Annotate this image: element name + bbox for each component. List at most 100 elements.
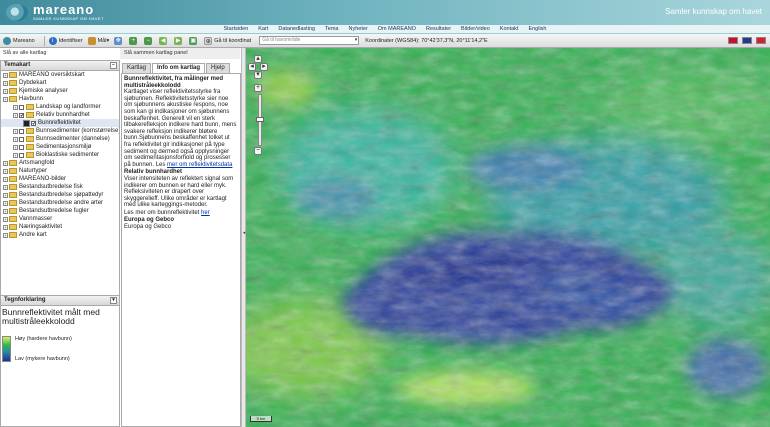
legend-header: Tegnforklaring ▾ (1, 296, 119, 306)
nav-item-tema[interactable]: Tema (325, 26, 338, 32)
nav-item-kontakt[interactable]: Kontakt (500, 26, 519, 32)
nav-item-om-mareano[interactable]: Om MAREANO (378, 26, 416, 32)
layer-tree-item[interactable]: + Bestandsutbredelse andre arter (1, 199, 119, 207)
map-view[interactable] (246, 48, 770, 427)
layer-tree-item[interactable]: + Bunnsedimenter (kornstørrelse) (1, 127, 119, 135)
expand-icon[interactable]: + (3, 80, 8, 86)
layer-checkbox[interactable] (19, 152, 24, 158)
layer-checkbox[interactable]: ✔ (19, 112, 24, 118)
full-extent-button[interactable]: ▣ (189, 36, 199, 45)
layer-tree-item[interactable]: + Næringsaktivitet (1, 223, 119, 231)
folder-icon (9, 160, 17, 166)
expand-icon[interactable]: + (3, 96, 8, 102)
expand-icon[interactable]: + (3, 88, 8, 94)
layer-tree-item[interactable]: + Dybdekart (1, 79, 119, 87)
identify-button[interactable]: i Identifiser (48, 36, 83, 45)
expand-icon[interactable]: + (3, 176, 8, 182)
expand-icon[interactable]: + (3, 224, 8, 230)
nav-item-english[interactable]: English (528, 26, 546, 32)
nav-item-bilder-video[interactable]: Bilder/video (461, 26, 490, 32)
layer-tree-item[interactable]: + MAREANO-bilder (1, 175, 119, 183)
layer-tree-item[interactable]: + Havbunn (1, 95, 119, 103)
expand-icon[interactable]: + (13, 152, 18, 158)
expand-icon[interactable]: + (13, 144, 18, 150)
expand-icon[interactable]: + (3, 192, 8, 198)
layer-tree-item[interactable]: + Bioklastiske sedimenter (1, 151, 119, 159)
sea-area-select[interactable]: Gå til havområde (259, 36, 360, 45)
zoom-in-button[interactable]: + (129, 36, 139, 45)
nav-item-resultater[interactable]: Resultater (426, 26, 451, 32)
layer-checkbox[interactable] (19, 136, 24, 142)
layer-tree-item[interactable]: + Vannmasser (1, 215, 119, 223)
layer-tree-item[interactable]: ✔ Bunnreflektivitet (1, 119, 119, 127)
pan-north-button[interactable]: ▴ (254, 55, 262, 63)
legend-color-ramp (2, 336, 11, 362)
layer-checkbox[interactable]: ✔ (31, 120, 36, 126)
back-button[interactable]: ◀ (159, 36, 169, 45)
zoom-out-button[interactable]: − (254, 147, 262, 155)
expand-icon[interactable]: + (3, 232, 8, 238)
mareano-home-button[interactable]: Mareano (3, 36, 35, 45)
layer-tree-label: Bestandsutbredelse sjøpattedyr (19, 192, 104, 198)
expand-icon[interactable]: + (13, 112, 18, 118)
pan-south-button[interactable]: ▾ (254, 71, 262, 79)
layer-tree-item[interactable]: + Landskap og landformer (1, 103, 119, 111)
expand-icon[interactable]: + (13, 128, 18, 134)
readmore-link[interactable]: her (201, 210, 210, 216)
seabed-reflectivity-raster (246, 48, 770, 427)
nav-item-datanedlasting[interactable]: Datanedlasting (278, 26, 315, 32)
flag-norway-icon[interactable] (728, 37, 738, 44)
reflectivity-data-link[interactable]: mer om reflektivitetsdata (167, 162, 232, 168)
nav-item-kart[interactable]: Kart (258, 26, 268, 32)
layer-tree-item[interactable]: + Bunnsedimenter (dannelse) (1, 135, 119, 143)
nav-item-nyheter[interactable]: Nyheter (349, 26, 368, 32)
turn-off-all-layers-link[interactable]: Slå av alle kartlag (0, 48, 120, 59)
flag-norway-icon[interactable] (756, 37, 766, 44)
expand-icon[interactable]: + (13, 136, 18, 142)
folder-icon (26, 144, 34, 150)
layer-tree-item[interactable]: + Sedimentasjonsmiljø (1, 143, 119, 151)
layer-tree-label: Sedimentasjonsmiljø (36, 144, 92, 150)
zoom-out-button[interactable]: − (144, 36, 154, 45)
expand-icon[interactable]: + (13, 104, 18, 110)
folder-icon (26, 104, 34, 110)
layer-tree-item[interactable]: + Naturtyper (1, 167, 119, 175)
collapse-layer-panel-link[interactable]: Slå sammen kartlag panel (120, 48, 240, 59)
layer-tree-item[interactable]: + Andre kart (1, 231, 119, 239)
layer-checkbox[interactable] (19, 128, 24, 134)
expand-icon[interactable]: + (3, 208, 8, 214)
layer-tree-item[interactable]: + Kjemiske analyser (1, 87, 119, 95)
identify-label: Identifiser (58, 37, 83, 44)
expand-icon[interactable]: + (3, 216, 8, 222)
collapse-icon[interactable]: − (110, 62, 117, 69)
measure-button[interactable]: Mål ▾ (87, 36, 109, 45)
flag-uk-icon[interactable] (742, 37, 752, 44)
pan-button[interactable]: ✥ (114, 36, 124, 45)
expand-icon[interactable]: + (3, 72, 8, 78)
layer-tree-item[interactable]: + Bestandsutbredelse sjøpattedyr (1, 191, 119, 199)
layer-checkbox[interactable] (19, 144, 24, 150)
layer-tree-item[interactable]: + Bestandsutbredelse fugler (1, 207, 119, 215)
goto-coordinate-button[interactable]: ⊕ Gå til koordinat (204, 36, 251, 45)
collapse-icon[interactable]: ▾ (110, 297, 117, 304)
zoom-in-button[interactable]: + (254, 84, 262, 92)
expand-icon[interactable]: + (3, 184, 8, 190)
layer-checkbox[interactable] (19, 104, 24, 110)
layer-tree-item[interactable]: + ✔ Relativ bunnhardhet (1, 111, 119, 119)
layer-tree-item[interactable]: + Bestandsutbredelse fisk (1, 183, 119, 191)
layer-tree-item[interactable]: + MAREANO oversiktskart (1, 71, 119, 79)
temakart-panel: Temakart − + MAREANO oversiktskart + Dybdeka… (0, 60, 120, 300)
expand-icon[interactable]: + (3, 200, 8, 206)
expand-icon[interactable]: + (3, 168, 8, 174)
layer-type-icon[interactable] (23, 119, 30, 127)
expand-icon[interactable]: + (3, 160, 8, 166)
zoom-slider-handle[interactable] (256, 117, 264, 122)
forward-button[interactable]: ▶ (174, 36, 184, 45)
pan-east-button[interactable]: ▸ (260, 63, 268, 71)
info-icon: i (48, 36, 57, 45)
layer-tree-label: Artsmangfold (19, 160, 55, 166)
mareano-logo[interactable]: mareano SAMLER KUNNSKAP OM HAVET (6, 3, 104, 21)
pan-west-button[interactable]: ◂ (248, 63, 256, 71)
layer-tree-item[interactable]: + Artsmangfold (1, 159, 119, 167)
nav-item-startsiden[interactable]: Startsiden (223, 26, 248, 32)
